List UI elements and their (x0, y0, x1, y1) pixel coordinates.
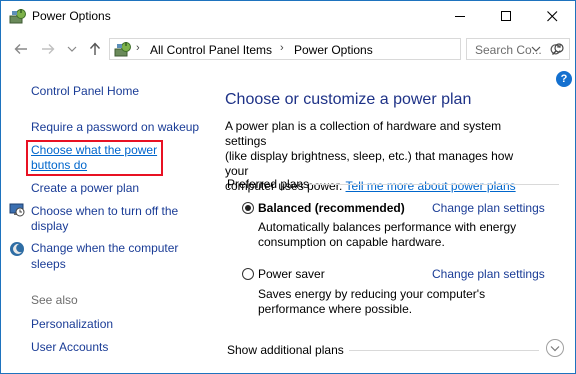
power-saver-plan-description: Saves energy by reducing your computer's… (258, 287, 528, 317)
breadcrumb-power-options[interactable]: Power Options (294, 43, 373, 57)
balanced-change-settings-link[interactable]: Change plan settings (432, 201, 545, 215)
window-title: Power Options (32, 9, 111, 23)
close-button[interactable] (529, 1, 575, 31)
sidebar-item-require-password[interactable]: Require a password on wakeup (31, 119, 199, 135)
minimize-icon (454, 15, 465, 17)
preferred-plans-label: Preferred plans (227, 177, 310, 191)
balanced-plan-name[interactable]: Balanced (recommended) (258, 201, 405, 215)
power-saver-radio[interactable] (242, 268, 254, 280)
sidebar-item-change-sleep-line2[interactable]: sleeps (31, 256, 66, 272)
search-placeholder: Search Co... (475, 43, 542, 57)
balanced-radio[interactable] (242, 202, 254, 214)
page-title: Choose or customize a power plan (225, 91, 472, 108)
see-also-user-accounts[interactable]: User Accounts (31, 339, 108, 355)
power-saver-desc-line-1: Saves energy by reducing your computer's (258, 287, 486, 301)
title-bar: Power Options (1, 1, 575, 31)
close-icon (546, 10, 557, 21)
power-saver-desc-line-2: performance where possible. (258, 302, 413, 316)
chevron-down-icon (67, 46, 77, 52)
expand-additional-plans-button[interactable] (546, 339, 564, 357)
breadcrumb-separator-icon: › (136, 42, 140, 54)
intro-line-1: A power plan is a collection of hardware… (225, 119, 502, 148)
sidebar-item-turn-off-display-line2[interactable]: display (31, 218, 68, 234)
back-arrow-icon (14, 44, 27, 54)
display-timer-icon (9, 203, 25, 217)
balanced-desc-line-2: consumption on capable hardware. (258, 235, 445, 249)
chevron-down-icon (550, 345, 560, 351)
balanced-plan-description: Automatically balances performance with … (258, 220, 528, 250)
control-panel-icon (114, 42, 131, 57)
learn-more-link[interactable]: Tell me more about power plans (346, 179, 516, 193)
help-icon[interactable]: ? (556, 71, 572, 87)
minimize-button[interactable] (437, 1, 483, 31)
breadcrumb-separator-icon: › (280, 42, 284, 54)
intro-line-2: (like display brightness, sleep, etc.) t… (225, 149, 514, 178)
preferred-plans-divider (309, 184, 559, 185)
sidebar-item-change-sleep-line1[interactable]: Change when the computer (31, 240, 178, 256)
up-button[interactable] (87, 41, 103, 57)
power-saver-plan-name[interactable]: Power saver (258, 267, 325, 281)
back-button[interactable] (13, 41, 29, 57)
search-icon (552, 43, 564, 55)
address-bar[interactable]: › All Control Panel Items › Power Option… (109, 38, 561, 60)
maximize-icon (500, 10, 511, 21)
power-options-app-icon (9, 9, 26, 24)
breadcrumb-all-control-panel-items[interactable]: All Control Panel Items (150, 43, 272, 57)
up-arrow-icon (89, 42, 101, 55)
sleep-moon-icon (10, 242, 24, 256)
radio-selected-dot (245, 205, 251, 211)
see-also-heading: See also (31, 293, 78, 307)
sidebar-item-create-power-plan[interactable]: Create a power plan (31, 180, 139, 196)
sidebar-control-panel-home[interactable]: Control Panel Home (31, 83, 139, 99)
additional-plans-divider (349, 350, 539, 351)
show-additional-plans-label[interactable]: Show additional plans (227, 343, 344, 357)
power-options-window: Power Options › All Control Panel Items … (0, 0, 576, 374)
forward-arrow-icon (42, 44, 55, 54)
sidebar-item-power-buttons-line2[interactable]: buttons do (31, 157, 87, 173)
maximize-button[interactable] (483, 1, 529, 31)
recent-locations-button[interactable] (64, 41, 80, 57)
search-box[interactable]: Search Co... (466, 38, 570, 60)
see-also-personalization[interactable]: Personalization (31, 316, 113, 332)
balanced-desc-line-1: Automatically balances performance with … (258, 220, 517, 234)
sidebar-item-power-buttons-line1[interactable]: Choose what the power (31, 142, 157, 158)
power-saver-change-settings-link[interactable]: Change plan settings (432, 267, 545, 281)
sidebar-item-turn-off-display-line1[interactable]: Choose when to turn off the (31, 203, 178, 219)
forward-button[interactable] (40, 41, 56, 57)
